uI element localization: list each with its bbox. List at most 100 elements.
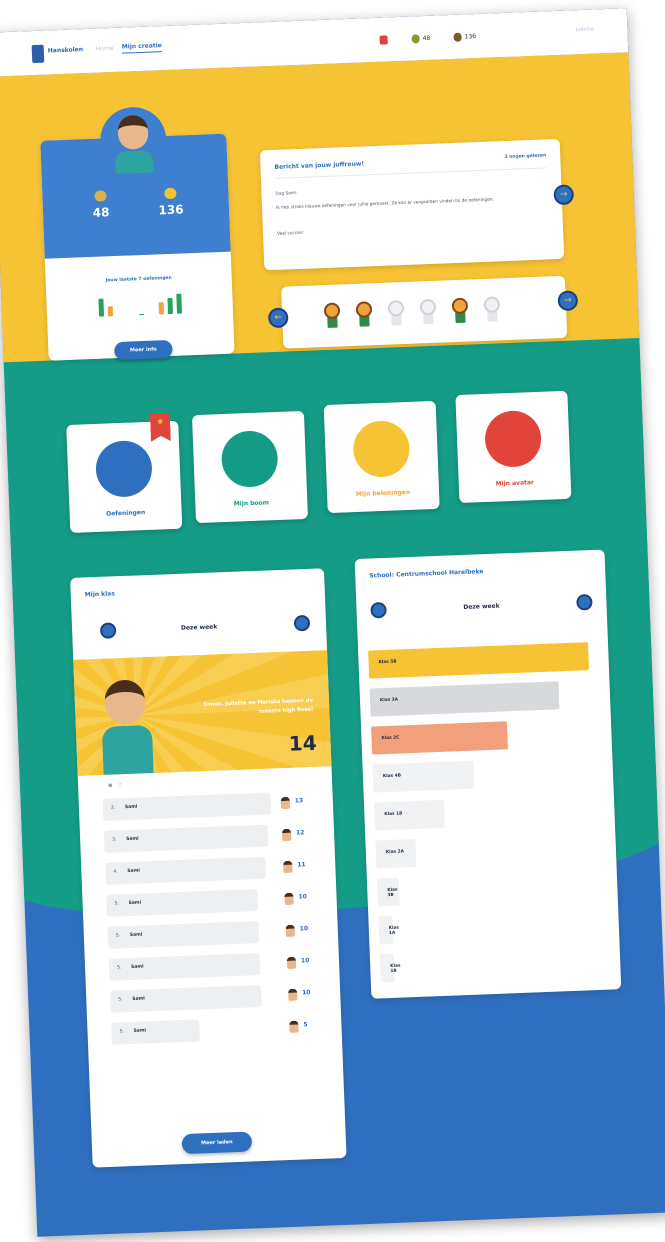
ranking-row[interactable]: 4. Sami 11 (105, 855, 316, 885)
school-class-label: Klas 1B (390, 963, 401, 975)
ranking-name: Sami (130, 964, 144, 970)
message-greeting: Dag Sam! (275, 191, 297, 197)
ranking-score: 13 (294, 797, 304, 805)
coins-icon (94, 190, 107, 202)
high-five-icon (285, 924, 296, 937)
ranking-name: Sami (126, 836, 139, 843)
high-five-icon (288, 988, 298, 1001)
recent-exercises-label: Jouw laatste 7 oefeningen (105, 275, 172, 284)
ranking-name: Sami (128, 900, 142, 907)
school-class-label: Klas 4B (382, 773, 402, 780)
school-week-label: Deze week (463, 602, 500, 611)
coins-icon (411, 33, 420, 44)
my-class-card: Mijn klas Deze week Simon, Juliette en M… (70, 568, 347, 1168)
high-five-icon (453, 32, 462, 42)
school-class-bar[interactable]: Klas 3A (369, 681, 560, 717)
top-class-banner: Simon, Juliette en Mariska hebben de mee… (73, 650, 332, 776)
school-class-label: Klas 3B (387, 887, 398, 899)
tile-exercises[interactable]: ★ Oefeningen (66, 421, 183, 533)
read-messages-link[interactable]: 3 nogen gelezen (504, 153, 546, 160)
high-fives-counter[interactable]: 136 (453, 28, 476, 45)
avatar-head (117, 114, 149, 150)
ranking-row[interactable]: 5. Sami 10 (106, 887, 317, 917)
ranking-name: Sami (124, 804, 138, 811)
app-logo-icon[interactable] (31, 44, 45, 64)
week-selector: Deze week (72, 614, 327, 646)
tile-my-tree-label: Mijn boom (233, 499, 270, 508)
logo-text: Hanskolen (47, 46, 84, 55)
arrow-right-icon: → (559, 189, 568, 200)
school-next-week-button[interactable] (576, 593, 593, 611)
nav-link-home[interactable]: Home (96, 45, 114, 53)
top-class-score: 14 (288, 730, 318, 756)
school-title: School: Centrumschool Harelbeke (369, 568, 484, 580)
high-fives-count: 136 (464, 32, 477, 40)
medal-disc (483, 296, 501, 313)
load-more-button[interactable]: Meer laden (181, 1131, 253, 1155)
school-class-bar[interactable]: Klas 1B (379, 953, 401, 983)
ranking-position: 3. (112, 837, 117, 843)
medal-disc (355, 301, 373, 318)
school-class-bar[interactable]: Klas 3B (376, 877, 400, 907)
school-class-bar[interactable]: Klas 5B (368, 642, 590, 679)
school-class-bar[interactable]: Klas 4B (372, 760, 475, 793)
medal-badge-icon[interactable] (419, 298, 437, 326)
message-sign-off: Veel succes! (276, 230, 304, 237)
ranking-row[interactable]: 5. Sami 10 (108, 951, 320, 981)
medal-badge-icon[interactable] (483, 296, 501, 323)
ranking-row[interactable]: 5. Sami 10 (109, 983, 321, 1013)
medal-badge-icon[interactable] (451, 297, 469, 325)
school-class-label: Klas 1A (388, 925, 400, 937)
exercise-result-bar (167, 297, 174, 315)
medal-badge-icon[interactable] (355, 301, 373, 328)
high-five-icon (280, 796, 291, 810)
medal-disc (387, 300, 405, 317)
user-menu[interactable]: Juliette (576, 27, 594, 34)
treasure-chest-icon (352, 419, 411, 479)
tile-my-tree[interactable]: Mijn boom (191, 410, 309, 524)
high-five-icon (289, 1020, 299, 1033)
tile-my-avatar-label: Mijn avatar (495, 479, 535, 488)
ranking-row[interactable]: 3. Sami 12 (103, 823, 315, 853)
medal-badge-icon[interactable] (323, 302, 341, 329)
arrow-right-icon: → (563, 295, 572, 306)
bookmark-icon (379, 34, 388, 45)
high-five-icon (281, 828, 292, 842)
school-class-bar[interactable]: Klas 1A (378, 915, 399, 945)
medal-disc (451, 297, 469, 315)
more-info-button[interactable]: Meer info (114, 339, 173, 361)
high-five-icon (164, 187, 177, 200)
high-fives-stat: 136 (140, 187, 201, 220)
ranking-row[interactable]: 5. Sami 5 (111, 1015, 322, 1045)
ranking-row[interactable]: 5. Sami 10 (107, 919, 319, 949)
ranking-bar (111, 1019, 200, 1045)
ranking-score: 11 (297, 861, 306, 869)
school-class-bar[interactable]: Klas 1B (373, 799, 445, 831)
ranking-score: 10 (299, 925, 309, 933)
exercise-result-bar (98, 298, 105, 317)
badges-strip (281, 275, 568, 349)
school-week-selector: Deze week (356, 593, 607, 625)
school-class-bar[interactable]: Klas 2A (375, 838, 417, 869)
recent-exercises-chart (98, 291, 189, 317)
nav-link-my-creation[interactable]: Mijn creatie (121, 42, 163, 54)
high-five-icon (286, 956, 297, 969)
notification-item[interactable] (379, 31, 388, 47)
tile-my-avatar[interactable]: Mijn avatar (455, 390, 572, 504)
tile-my-rewards[interactable]: Mijn beloningen (323, 400, 440, 514)
avatar-body (114, 150, 154, 174)
carousel-dots[interactable]: ● ○ (108, 782, 125, 789)
school-class-bar[interactable]: Klas 2C (371, 721, 508, 755)
week-label: Deze week (180, 623, 218, 632)
next-week-button[interactable] (293, 614, 311, 632)
ranking-row[interactable]: 2. Sami 13 (102, 791, 314, 821)
star-bookmark-icon: ★ (150, 413, 171, 442)
teacher-message-card: Bericht van jouw juffrouw! 3 nogen gelez… (259, 138, 565, 271)
high-five-icon (283, 860, 293, 874)
ranking-name: Sami (133, 1028, 147, 1034)
medal-badge-icon[interactable] (387, 300, 405, 327)
tree-sprout-icon (220, 429, 279, 489)
coins-counter[interactable]: 48 (411, 30, 430, 47)
medal-disc (419, 298, 437, 316)
school-ranking-card: School: Centrumschool Harelbeke Deze wee… (354, 549, 622, 999)
